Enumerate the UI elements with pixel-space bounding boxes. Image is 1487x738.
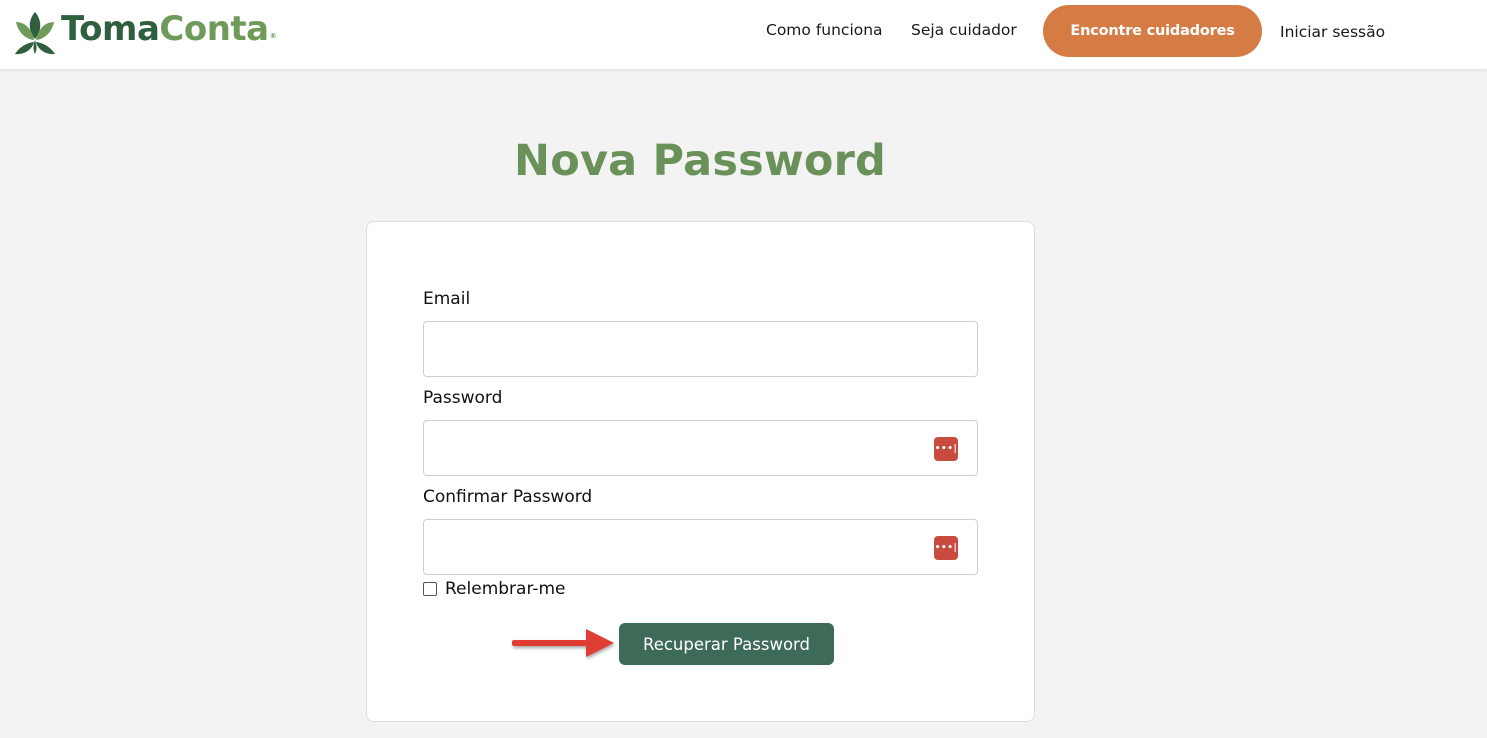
nav-como-funciona[interactable]: Como funciona [766,21,883,39]
password-label: Password [423,388,503,408]
remember-me-checkbox[interactable] [423,582,437,596]
password-reset-form: Email Password •••| Confirmar Password •… [366,221,1035,722]
recuperar-password-button[interactable]: Recuperar Password [619,623,834,665]
tomaconta-logo[interactable]: TomaConta® [13,9,277,55]
email-field[interactable] [424,322,977,376]
remember-me-label[interactable]: Relembrar-me [445,579,566,599]
leaf-logo-icon [15,12,55,55]
password-field-wrapper: •••| [423,420,978,476]
password-manager-icon-glyph: •••| [934,443,958,454]
nav-iniciar-sessao[interactable]: Iniciar sessão [1280,23,1385,41]
password-manager-icon[interactable]: •••| [934,536,958,560]
nav-seja-cuidador[interactable]: Seja cuidador [911,21,1017,39]
logo-wordmark: TomaConta® [61,6,277,59]
red-arrow-icon [512,629,614,657]
email-label: Email [423,289,471,309]
page-title: Nova Password [514,136,886,186]
password-field[interactable] [424,421,977,475]
header: TomaConta® Como funciona Seja cuidador E… [0,0,1487,69]
encontre-cuidadores-button[interactable]: Encontre cuidadores [1043,5,1262,57]
confirm-password-field[interactable] [424,520,977,574]
password-manager-icon-glyph: •••| [934,542,958,553]
logo-text-toma: Toma [61,8,160,49]
confirm-password-field-wrapper: •••| [423,519,978,575]
confirm-password-label: Confirmar Password [423,487,593,507]
email-field-wrapper [423,321,978,377]
logo-registered-mark: ® [269,31,277,40]
password-manager-icon[interactable]: •••| [934,437,958,461]
logo-text-conta: Conta [159,8,269,49]
remember-me-row: Relembrar-me [423,579,566,599]
